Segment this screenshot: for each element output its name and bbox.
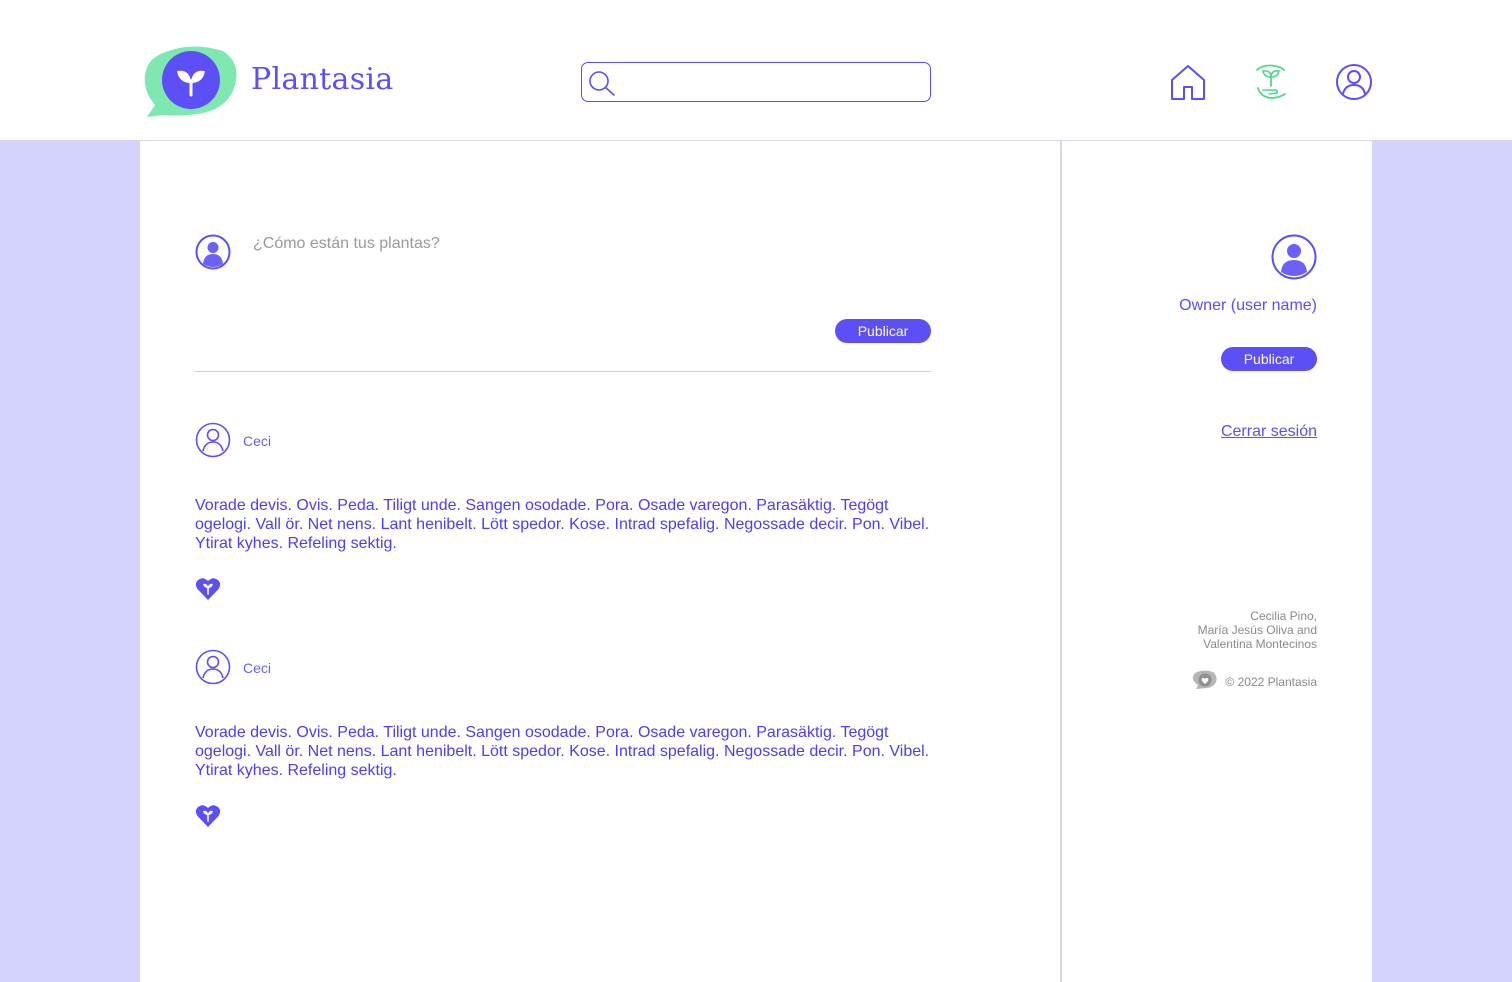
profile-icon[interactable]: [1334, 62, 1374, 102]
home-icon[interactable]: [1168, 62, 1208, 102]
post-author[interactable]: Ceci: [243, 433, 271, 449]
post-item: Ceci Vorade devis. Ovis. Peda. Tiligt un…: [195, 649, 931, 849]
owner-avatar: [1271, 234, 1317, 280]
divider: [195, 371, 931, 372]
copyright: © 2022 Plantasia: [1225, 675, 1317, 689]
feed-panel: ¿Cómo están tus plantas? Publicar Ceci V…: [140, 141, 1061, 982]
author-avatar-icon[interactable]: [195, 649, 231, 685]
sidebar-publish-button[interactable]: Publicar: [1221, 347, 1317, 371]
plant-hands-icon[interactable]: [1251, 62, 1291, 102]
owner-name: Owner (user name): [1179, 297, 1317, 314]
search-icon: [589, 71, 615, 96]
plant-heart-like-icon[interactable]: [195, 804, 221, 828]
brand-name: Plantasia: [251, 62, 394, 97]
compose-input[interactable]: ¿Cómo están tus plantas?: [253, 235, 853, 253]
post-text: Vorade devis. Ovis. Peda. Tiligt unde. S…: [195, 497, 930, 552]
credit-line: Cecilia Pino,: [1250, 609, 1317, 623]
post-text: Vorade devis. Ovis. Peda. Tiligt unde. S…: [195, 724, 930, 779]
post-author[interactable]: Ceci: [243, 660, 271, 676]
plant-heart-like-icon[interactable]: [195, 577, 221, 601]
author-avatar-icon[interactable]: [195, 422, 231, 458]
profile-sidebar: Owner (user name) Publicar Cerrar sesión…: [1062, 141, 1372, 982]
credit-line: María Jesús Oliva and: [1197, 623, 1317, 637]
user-avatar: [195, 234, 231, 270]
top-header: Plantasia: [0, 0, 1512, 141]
logout-link[interactable]: Cerrar sesión: [1221, 423, 1317, 441]
post-item: Ceci Vorade devis. Ovis. Peda. Tiligt un…: [195, 422, 931, 622]
plantasia-mini-logo-icon: [1192, 670, 1217, 689]
plantasia-logo[interactable]: [143, 45, 239, 119]
credits: Cecilia Pino, María Jesús Oliva and Vale…: [1067, 609, 1317, 651]
search-input[interactable]: [622, 67, 922, 97]
credit-line: Valentina Montecinos: [1203, 637, 1317, 651]
search-bar[interactable]: [581, 62, 931, 102]
publish-button[interactable]: Publicar: [835, 319, 931, 343]
